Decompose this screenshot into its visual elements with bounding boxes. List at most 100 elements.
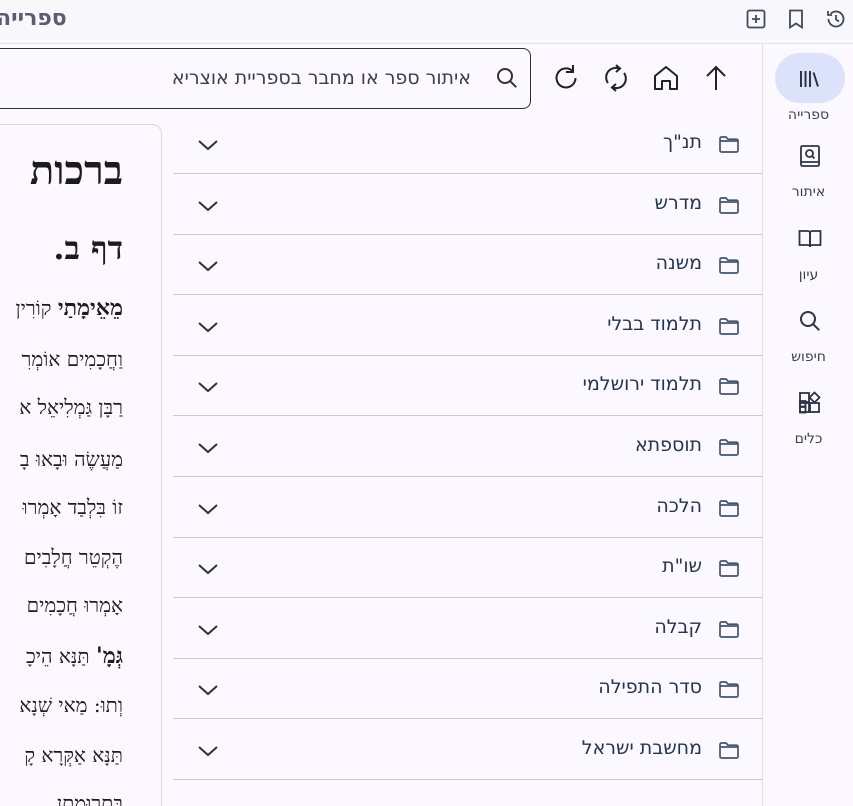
chevron-down-icon[interactable] bbox=[195, 738, 221, 764]
category-row-6[interactable]: הלכה bbox=[173, 478, 762, 538]
add-tab-icon[interactable] bbox=[744, 7, 768, 31]
library-search-input[interactable] bbox=[0, 49, 471, 107]
rail-label-find: איתור bbox=[791, 184, 826, 200]
chevron-down-icon[interactable] bbox=[195, 435, 221, 461]
category-label: סדר התפילה bbox=[598, 676, 702, 699]
chevron-down-icon[interactable] bbox=[195, 496, 221, 522]
bookmark-icon[interactable] bbox=[784, 7, 808, 31]
reader-paragraph-line: רַבָּן גַּמְלִיאֵל א bbox=[19, 395, 123, 420]
app-title: ספרייה bbox=[0, 6, 67, 31]
folder-icon bbox=[717, 314, 741, 338]
category-row-8[interactable]: קבלה bbox=[173, 599, 762, 659]
category-label: שו"ת bbox=[662, 555, 702, 578]
search-field-icon bbox=[494, 65, 520, 91]
navigate-up-button[interactable] bbox=[699, 61, 733, 95]
category-label: תלמוד בבלי bbox=[607, 312, 702, 335]
chevron-down-icon[interactable] bbox=[195, 314, 221, 340]
reader-bold-word: מֵאֵימָתַי bbox=[57, 295, 123, 321]
chevron-down-icon[interactable] bbox=[195, 253, 221, 279]
sync-button[interactable] bbox=[599, 61, 633, 95]
reader-paragraph-line: גְּמָ' תַּנָּא הֵיכָ bbox=[26, 643, 123, 669]
folder-icon bbox=[717, 677, 741, 701]
title-bar: ספרייה bbox=[0, 0, 853, 40]
reader-paragraph-line: זוֹ בִּלְבַד אָמְרוּ bbox=[23, 495, 123, 520]
folder-icon bbox=[717, 496, 741, 520]
refresh-button[interactable] bbox=[549, 61, 583, 95]
reader-text: רַבָּן גַּמְלִיאֵל א bbox=[19, 395, 123, 419]
reader-text: בִּתְרוּמָתָן. bbox=[50, 791, 123, 806]
reader-text: תַּנָּא הֵיכָ bbox=[26, 644, 96, 668]
category-row-2[interactable]: משנה bbox=[173, 235, 762, 296]
category-row-10[interactable]: מחשבת ישראל bbox=[173, 720, 762, 780]
rail-item-tools[interactable]: כלים bbox=[763, 378, 853, 458]
rail-item-find[interactable]: איתור bbox=[763, 131, 853, 211]
reader-text: מַעֲשֶׂה וּבָאוּ בָ bbox=[19, 447, 123, 471]
category-label: תנ"ך bbox=[662, 131, 702, 153]
reader-paragraph-line: מַעֲשֶׂה וּבָאוּ בָ bbox=[20, 447, 123, 472]
category-label: הלכה bbox=[656, 494, 702, 517]
rail-item-study[interactable]: עיון bbox=[763, 214, 853, 294]
folder-icon bbox=[717, 253, 741, 277]
chevron-down-icon[interactable] bbox=[195, 193, 221, 219]
reader-text: וַחֲכָמִים אוֹמְרִ bbox=[21, 347, 123, 371]
home-button[interactable] bbox=[649, 61, 683, 95]
rail-label-search: חיפוש bbox=[791, 349, 826, 365]
category-label: משנה bbox=[655, 252, 702, 275]
reader-paragraph-line: הֶקְטֵר חֲלָבִים bbox=[24, 545, 123, 570]
reader-bold-word: גְּמָ' bbox=[95, 643, 123, 669]
reader-paragraph-line: וַחֲכָמִים אוֹמְרִ bbox=[22, 347, 123, 372]
chevron-down-icon[interactable] bbox=[195, 374, 221, 400]
category-row-1[interactable]: מדרש bbox=[173, 175, 762, 235]
reader-text: קוֹרִין bbox=[15, 296, 58, 320]
reader-text: זוֹ בִּלְבַד אָמְרוּ bbox=[22, 495, 123, 519]
category-row-4[interactable]: תלמוד ירושלמי bbox=[173, 356, 762, 417]
rail-item-library[interactable]: ספרייה bbox=[763, 49, 853, 129]
category-label: מדרש bbox=[654, 191, 702, 214]
category-label: תוספתא bbox=[634, 434, 702, 456]
folder-icon bbox=[717, 738, 741, 762]
folder-icon bbox=[717, 556, 741, 580]
book-title: ברכות bbox=[29, 147, 123, 194]
folder-icon bbox=[717, 132, 741, 156]
rail-label-study: עיון bbox=[798, 267, 819, 283]
category-row-0[interactable]: תנ"ך bbox=[173, 114, 762, 174]
folder-icon bbox=[717, 374, 741, 398]
open-book-icon bbox=[797, 226, 823, 252]
category-row-5[interactable]: תוספתא bbox=[173, 417, 762, 477]
category-row-3[interactable]: תלמוד בבלי bbox=[173, 296, 762, 356]
navigation-rail: ספרייה איתור עיון חיפוש כלים bbox=[762, 44, 853, 806]
folder-icon bbox=[717, 617, 741, 641]
category-label: מחשבת ישראל bbox=[581, 737, 702, 759]
folder-icon bbox=[717, 193, 741, 217]
chevron-down-icon[interactable] bbox=[195, 132, 221, 158]
category-label: תלמוד ירושלמי bbox=[582, 373, 702, 396]
library-search-box bbox=[0, 48, 531, 109]
reader-paragraph-line: בִּתְרוּמָתָן. bbox=[51, 791, 123, 806]
category-row-9[interactable]: סדר התפילה bbox=[173, 659, 762, 720]
reader-paragraph-line: תַּנָּא אַקְּרָא קָ bbox=[24, 743, 123, 768]
folder-icon bbox=[717, 435, 741, 459]
daf-title: דף ב. bbox=[53, 229, 123, 267]
chevron-down-icon[interactable] bbox=[195, 617, 221, 643]
reader-text: וְתוּ: מַאי שְׁנָא bbox=[19, 693, 123, 717]
rail-label-library: ספרייה bbox=[787, 107, 830, 123]
reader-text: הֶקְטֵר חֲלָבִים bbox=[23, 545, 123, 569]
category-row-7[interactable]: שו"ת bbox=[173, 538, 762, 599]
reader-text: אָמְרוּ חֲכָמִים bbox=[26, 593, 123, 617]
reader-text: תַּנָּא אַקְּרָא קָ bbox=[24, 743, 123, 767]
reader-panel: ברכות דף ב. מֵאֵימָתַי קוֹרִין וַחֲכָמִים… bbox=[0, 124, 162, 806]
chevron-down-icon[interactable] bbox=[195, 556, 221, 582]
library-icon bbox=[797, 66, 823, 92]
category-label: קבלה bbox=[654, 615, 702, 638]
reader-paragraph-line: וְתוּ: מַאי שְׁנָא bbox=[19, 693, 123, 718]
top-divider bbox=[0, 43, 853, 44]
reader-paragraph-line: מֵאֵימָתַי קוֹרִין bbox=[15, 295, 123, 321]
search-icon bbox=[797, 308, 823, 334]
chevron-down-icon[interactable] bbox=[195, 677, 221, 703]
book-search-icon bbox=[797, 143, 823, 169]
rail-item-search[interactable]: חיפוש bbox=[763, 296, 853, 376]
widgets-icon bbox=[797, 390, 823, 416]
history-icon[interactable] bbox=[824, 7, 848, 31]
reader-paragraph-line: אָמְרוּ חֲכָמִים bbox=[27, 593, 123, 618]
rail-label-tools: כלים bbox=[794, 431, 823, 447]
